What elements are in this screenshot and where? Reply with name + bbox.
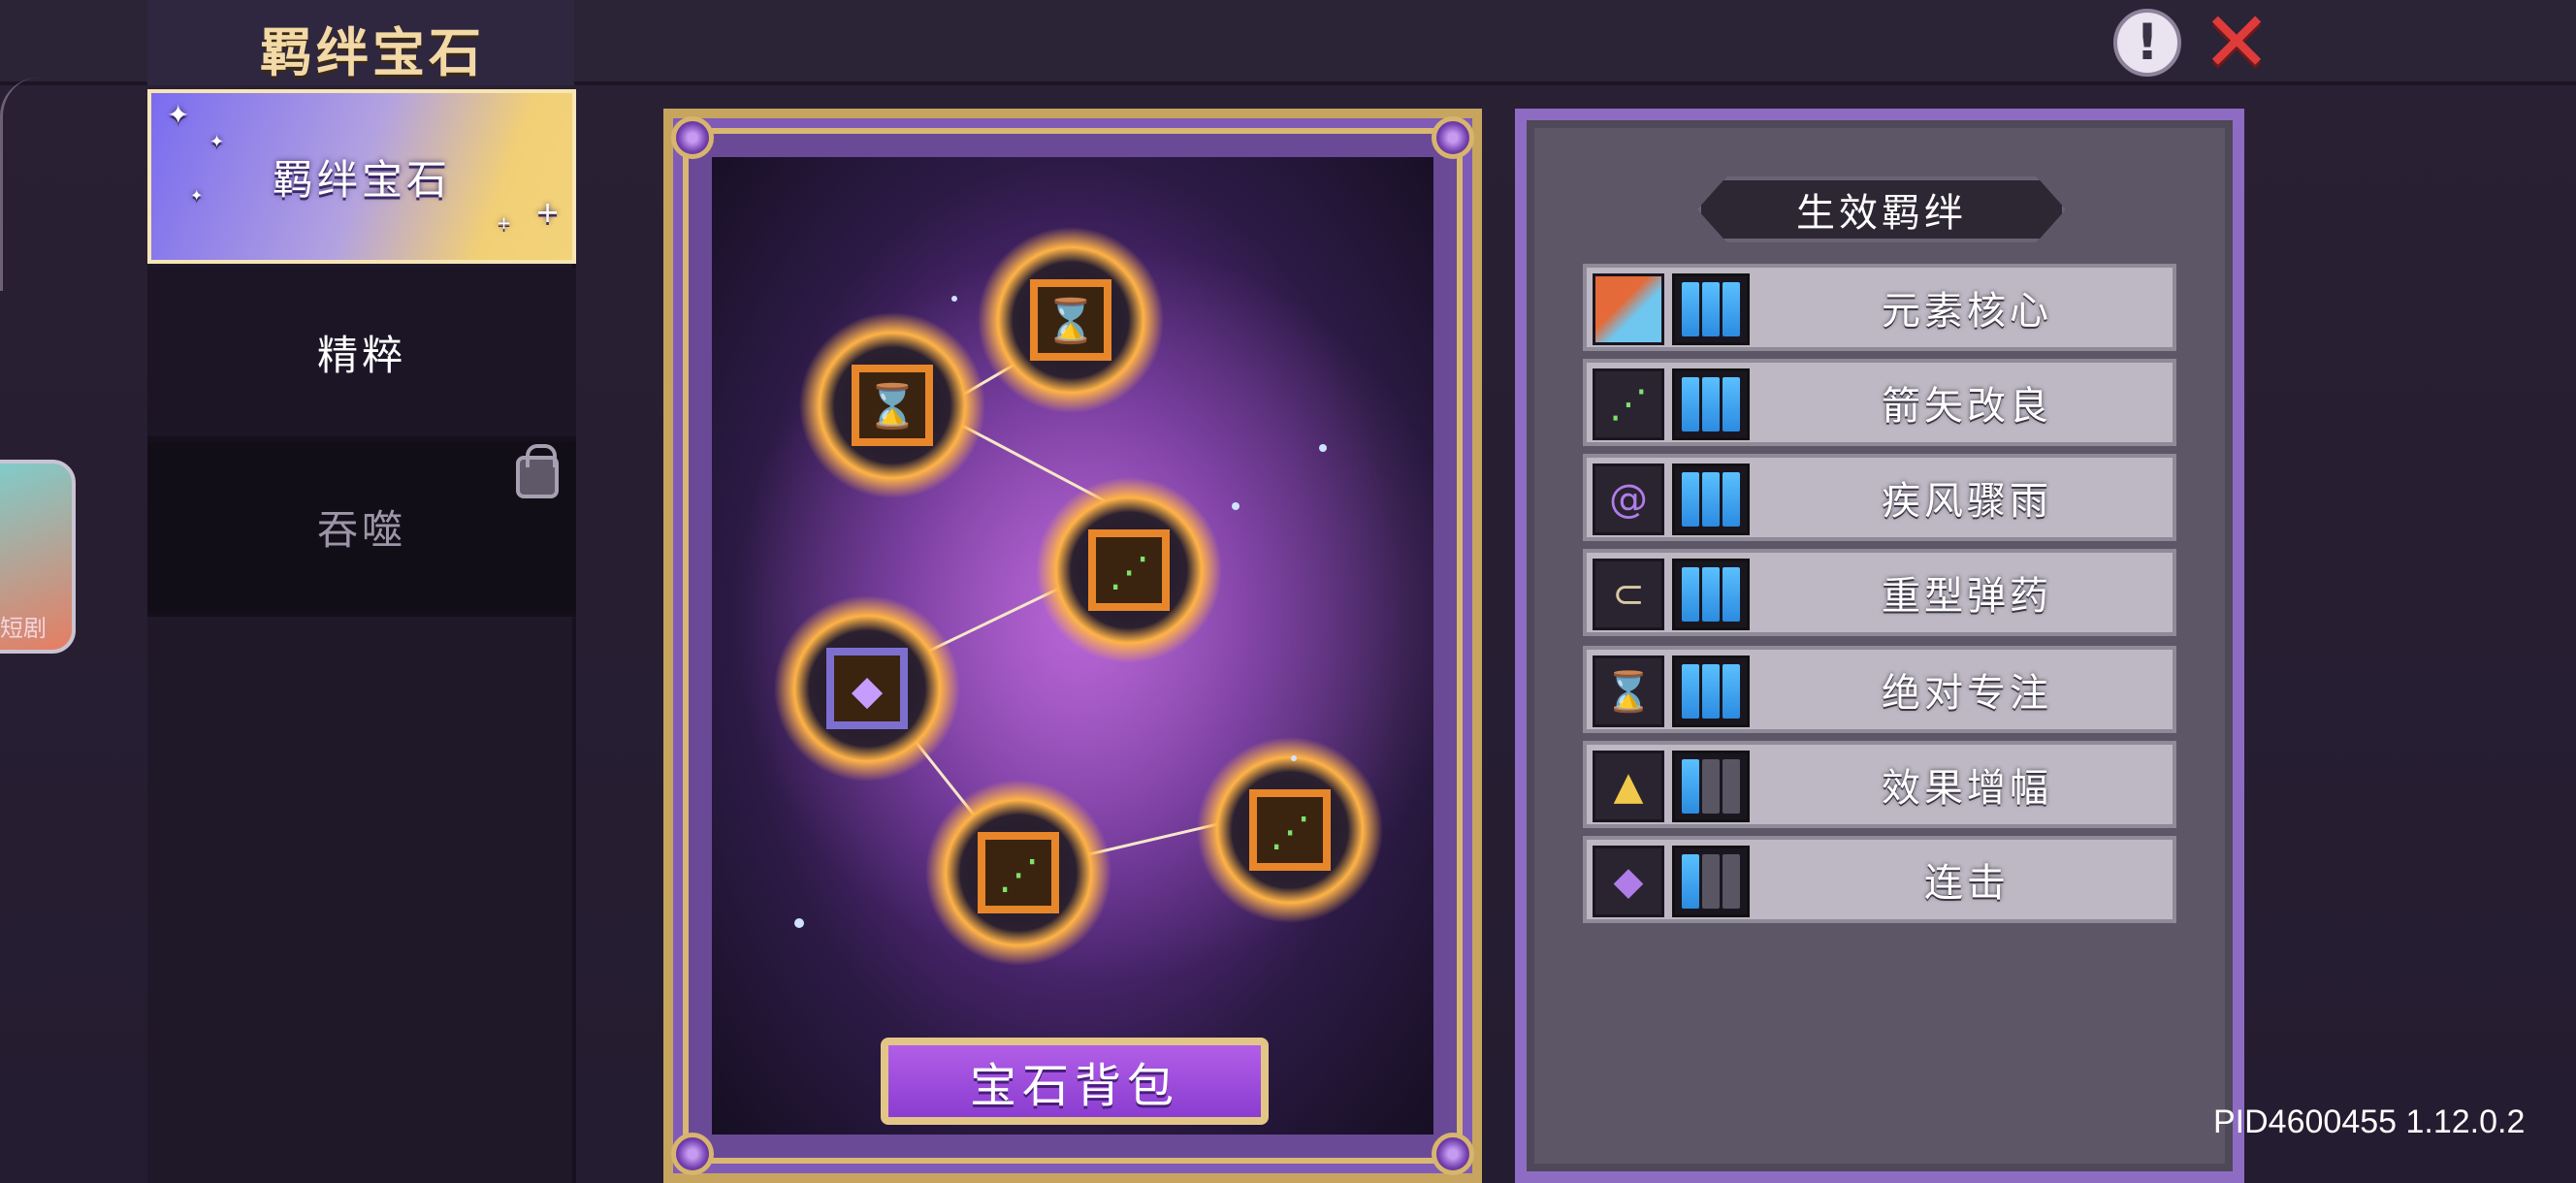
corner-gem-icon — [671, 1133, 714, 1175]
arrow-upgrade-icon: ⋰ — [1593, 368, 1664, 440]
hourglass-gem-icon: ⌛ — [866, 382, 919, 432]
constellation-graph: ⌛ ⌛ ⋰ ◆ ⋰ ⋰ — [731, 227, 1433, 1081]
bond-level-indicator — [1672, 273, 1750, 345]
tab-devour[interactable]: 吞噬 — [147, 442, 576, 617]
page-title: 羁绊宝石 — [260, 22, 485, 83]
bond-level-indicator — [1672, 559, 1750, 630]
bond-row-element-core[interactable]: 元素核心 — [1583, 264, 2176, 351]
tab-label: 精粹 — [316, 331, 406, 379]
gem-node-arrow-fan-3[interactable]: ⋰ — [1197, 737, 1383, 923]
side-app-label: 短剧 — [0, 615, 47, 642]
tab-bond-gems[interactable]: ✦ ✦ ✦ + + 羁绊宝石 — [147, 89, 576, 264]
sidebar: ✦ ✦ ✦ + + 羁绊宝石 精粹 吞噬 — [147, 89, 576, 1183]
gem-node-arrow-fan-1[interactable]: ⋰ — [1036, 477, 1222, 663]
arrow-fan-gem-icon: ⋰ — [1109, 548, 1149, 595]
top-bar: 羁绊宝石 ! ✕ — [0, 0, 2576, 85]
gem-node-crystal[interactable]: ◆ — [774, 595, 960, 782]
sparkle-icon: + — [535, 196, 564, 230]
bond-name: 重型弹药 — [1882, 574, 2052, 619]
bond-name: 连击 — [1924, 861, 2010, 906]
bond-level-indicator — [1672, 846, 1750, 917]
constellation-card: ⌛ ⌛ ⋰ ◆ ⋰ ⋰ — [663, 109, 1482, 1183]
bond-level-indicator — [1672, 464, 1750, 535]
constellation-sky: ⌛ ⌛ ⋰ ◆ ⋰ ⋰ — [712, 157, 1433, 1135]
bond-name: 箭矢改良 — [1882, 384, 2052, 429]
tab-essence[interactable]: 精粹 — [147, 268, 576, 442]
info-button[interactable]: ! — [2110, 6, 2184, 80]
heavy-ammo-icon: ⊂ — [1593, 559, 1664, 630]
corner-gem-icon — [1432, 1133, 1474, 1175]
tab-label: 吞噬 — [316, 505, 406, 554]
lock-icon — [516, 444, 559, 498]
bond-row-combo[interactable]: ◆ 连击 — [1583, 836, 2176, 923]
gem-node-hourglass-1[interactable]: ⌛ — [799, 312, 985, 498]
exclamation-icon: ! — [2113, 9, 2181, 77]
gem-node-hourglass-2[interactable]: ⌛ — [978, 227, 1164, 413]
decorative-curve — [0, 78, 39, 291]
sparkle-icon: ✦ — [209, 132, 229, 152]
element-core-icon — [1593, 273, 1664, 345]
active-bonds-header: 生效羁绊 — [1697, 176, 2066, 242]
combo-crystal-icon: ◆ — [1593, 846, 1664, 917]
tab-label: 羁绊宝石 — [272, 155, 451, 204]
version-label: PID4600455 1.12.0.2 — [2213, 1103, 2526, 1140]
bond-name: 元素核心 — [1882, 289, 2052, 334]
gem-node-arrow-fan-2[interactable]: ⋰ — [925, 780, 1111, 966]
corner-gem-icon — [1432, 116, 1474, 159]
sparkle-icon: + — [497, 213, 516, 234]
bond-name: 绝对专注 — [1882, 671, 2052, 716]
close-button[interactable]: ✕ — [2200, 1, 2273, 84]
bond-row-arrow-upgrade[interactable]: ⋰ 箭矢改良 — [1583, 359, 2176, 446]
bond-level-indicator — [1672, 368, 1750, 440]
gem-bag-button[interactable]: 宝石背包 — [881, 1038, 1269, 1125]
sparkle-icon: ✦ — [190, 186, 208, 205]
bond-name: 疾风骤雨 — [1882, 479, 2052, 524]
bond-level-indicator — [1672, 655, 1750, 727]
amplify-icon: ▲ — [1593, 751, 1664, 822]
sparkle-icon: ✦ — [167, 99, 194, 131]
purple-crystal-gem-icon: ◆ — [852, 666, 884, 714]
whirlwind-icon: @ — [1593, 464, 1664, 535]
arrow-fan-gem-icon: ⋰ — [998, 850, 1039, 898]
bond-row-whirlwind[interactable]: @ 疾风骤雨 — [1583, 454, 2176, 541]
bond-row-effect-amplify[interactable]: ▲ 效果增幅 — [1583, 741, 2176, 828]
corner-gem-icon — [671, 116, 714, 159]
arrow-fan-gem-icon: ⋰ — [1270, 808, 1310, 855]
bond-level-indicator — [1672, 751, 1750, 822]
hourglass-icon: ⌛ — [1593, 655, 1664, 727]
bond-row-absolute-focus[interactable]: ⌛ 绝对专注 — [1583, 646, 2176, 733]
bond-name: 效果增幅 — [1882, 766, 2052, 811]
bond-row-heavy-ammo[interactable]: ⊂ 重型弹药 — [1583, 549, 2176, 636]
hourglass-gem-icon: ⌛ — [1045, 297, 1098, 346]
close-x-icon: ✕ — [2201, 0, 2272, 91]
